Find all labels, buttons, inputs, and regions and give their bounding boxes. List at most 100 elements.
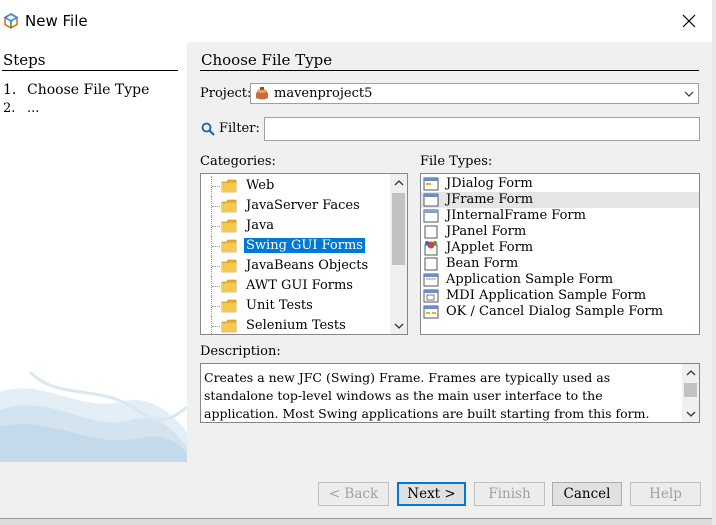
file-type-item[interactable]: Bean Form bbox=[421, 256, 699, 272]
project-value: mavenproject5 bbox=[274, 86, 373, 101]
decorative-wave-graphic bbox=[0, 372, 187, 462]
file-type-item[interactable]: OK / Cancel Dialog Sample Form bbox=[421, 304, 699, 320]
chevron-down-icon[interactable] bbox=[680, 84, 698, 103]
filter-label: Filter: bbox=[219, 121, 260, 136]
category-item[interactable]: AWT GUI Forms bbox=[201, 276, 391, 296]
category-label: Java bbox=[246, 218, 275, 233]
folder-icon bbox=[221, 259, 237, 273]
new-file-dialog: New File Steps 1. Choose File Type 2.... … bbox=[0, 0, 713, 519]
bean-form-icon bbox=[424, 257, 438, 271]
category-label: JavaBeans Objects bbox=[246, 258, 369, 273]
finish-button[interactable]: Finish bbox=[474, 482, 545, 506]
folder-icon bbox=[221, 179, 237, 193]
file-type-label: OK / Cancel Dialog Sample Form bbox=[446, 304, 664, 319]
file-type-label: JApplet Form bbox=[446, 240, 534, 255]
category-label: JavaServer Faces bbox=[246, 198, 360, 213]
close-icon bbox=[682, 14, 696, 28]
step-label: ... bbox=[27, 101, 40, 116]
file-types-label: File Types: bbox=[420, 154, 493, 169]
category-item[interactable]: Selenium Tests bbox=[201, 316, 391, 334]
file-type-label: JFrame Form bbox=[446, 192, 534, 207]
file-type-label: JInternalFrame Form bbox=[446, 208, 586, 223]
steps-heading: Steps bbox=[3, 51, 46, 69]
project-combobox[interactable]: mavenproject5 bbox=[250, 83, 699, 104]
file-type-label: Bean Form bbox=[446, 256, 519, 271]
back-button[interactable]: < Back bbox=[318, 482, 389, 506]
file-type-label: JPanel Form bbox=[446, 224, 527, 239]
background-window-edge bbox=[712, 0, 716, 525]
category-item[interactable]: JavaBeans Objects bbox=[201, 256, 391, 276]
scroll-up-arrow-icon[interactable] bbox=[682, 364, 699, 381]
category-item[interactable]: JavaServer Faces bbox=[201, 196, 391, 216]
next-button[interactable]: Next > bbox=[397, 482, 466, 506]
file-type-label: MDI Application Sample Form bbox=[446, 288, 647, 303]
folder-icon bbox=[221, 239, 237, 253]
category-label: Selenium Tests bbox=[246, 318, 346, 333]
title-bar: New File bbox=[0, 0, 712, 42]
scrollbar-thumb[interactable] bbox=[684, 383, 697, 397]
categories-tree[interactable]: Web JavaServer Faces Java Swing GUI Form… bbox=[200, 173, 408, 335]
step-number: 1. bbox=[3, 82, 17, 98]
category-item[interactable]: Unit Tests bbox=[201, 296, 391, 316]
file-type-item[interactable]: JPanel Form bbox=[421, 224, 699, 240]
file-type-item[interactable]: Application Sample Form bbox=[421, 272, 699, 288]
scrollbar-thumb[interactable] bbox=[392, 193, 405, 265]
step-label: Choose File Type bbox=[27, 82, 150, 98]
file-type-label: JDialog Form bbox=[446, 176, 533, 191]
folder-icon bbox=[221, 199, 237, 213]
netbeans-logo-icon bbox=[3, 13, 19, 29]
scroll-down-arrow-icon[interactable] bbox=[390, 317, 407, 334]
category-item[interactable]: Java bbox=[201, 216, 391, 236]
dialog-form-icon bbox=[423, 177, 439, 191]
ok-cancel-dialog-icon bbox=[423, 305, 439, 319]
folder-icon bbox=[221, 219, 237, 233]
frame-form-icon bbox=[423, 193, 439, 207]
description-text: Creates a new JFC (Swing) Frame. Frames … bbox=[204, 370, 650, 421]
mdi-application-icon bbox=[423, 289, 439, 303]
file-type-item[interactable]: JDialog Form bbox=[421, 176, 699, 192]
file-type-label: Application Sample Form bbox=[446, 272, 614, 287]
application-sample-icon bbox=[423, 273, 439, 287]
step-item: 1. Choose File Type bbox=[3, 82, 149, 98]
category-label: AWT GUI Forms bbox=[246, 278, 353, 293]
category-label: Web bbox=[246, 178, 275, 193]
categories-label: Categories: bbox=[200, 154, 276, 169]
category-item-selected[interactable]: Swing GUI Forms bbox=[201, 236, 391, 256]
step-number: 2. bbox=[3, 101, 16, 116]
internal-frame-icon bbox=[423, 209, 439, 223]
scroll-down-arrow-icon[interactable] bbox=[682, 405, 699, 422]
folder-icon bbox=[221, 319, 237, 333]
step-item: 2.... bbox=[3, 101, 39, 116]
project-label: Project: bbox=[200, 86, 252, 101]
description-label: Description: bbox=[200, 344, 281, 359]
category-label: Unit Tests bbox=[246, 298, 313, 313]
button-bar: < Back Next > Finish Cancel Help bbox=[0, 462, 712, 518]
help-button[interactable]: Help bbox=[630, 482, 701, 506]
section-heading: Choose File Type bbox=[201, 51, 333, 69]
section-divider bbox=[200, 70, 699, 71]
description-box[interactable]: Creates a new JFC (Swing) Frame. Frames … bbox=[200, 363, 700, 423]
dialog-title: New File bbox=[25, 12, 88, 30]
close-button[interactable] bbox=[666, 0, 712, 42]
file-type-item[interactable]: JInternalFrame Form bbox=[421, 208, 699, 224]
file-types-list[interactable]: JDialog Form JFrame Form JInternalFrame … bbox=[420, 173, 700, 335]
categories-scrollbar[interactable] bbox=[390, 174, 407, 334]
file-type-item[interactable]: JApplet Form bbox=[421, 240, 699, 256]
panel-form-icon bbox=[424, 225, 438, 239]
file-type-item-selected[interactable]: JFrame Form bbox=[421, 192, 699, 208]
steps-divider bbox=[2, 70, 178, 71]
steps-panel: Steps 1. Choose File Type 2.... bbox=[0, 42, 187, 462]
file-type-item[interactable]: MDI Application Sample Form bbox=[421, 288, 699, 304]
category-label: Swing GUI Forms bbox=[244, 238, 365, 253]
scroll-up-arrow-icon[interactable] bbox=[390, 174, 407, 191]
applet-form-icon bbox=[424, 241, 438, 256]
folder-icon bbox=[221, 299, 237, 313]
maven-project-icon bbox=[256, 87, 268, 100]
description-scrollbar[interactable] bbox=[682, 364, 699, 422]
folder-icon bbox=[221, 279, 237, 293]
cancel-button[interactable]: Cancel bbox=[552, 482, 622, 506]
content-panel: Choose File Type Project: mavenproject5 … bbox=[188, 42, 712, 462]
search-icon bbox=[201, 122, 215, 136]
category-item[interactable]: Web bbox=[201, 176, 391, 196]
filter-input[interactable] bbox=[264, 117, 700, 141]
